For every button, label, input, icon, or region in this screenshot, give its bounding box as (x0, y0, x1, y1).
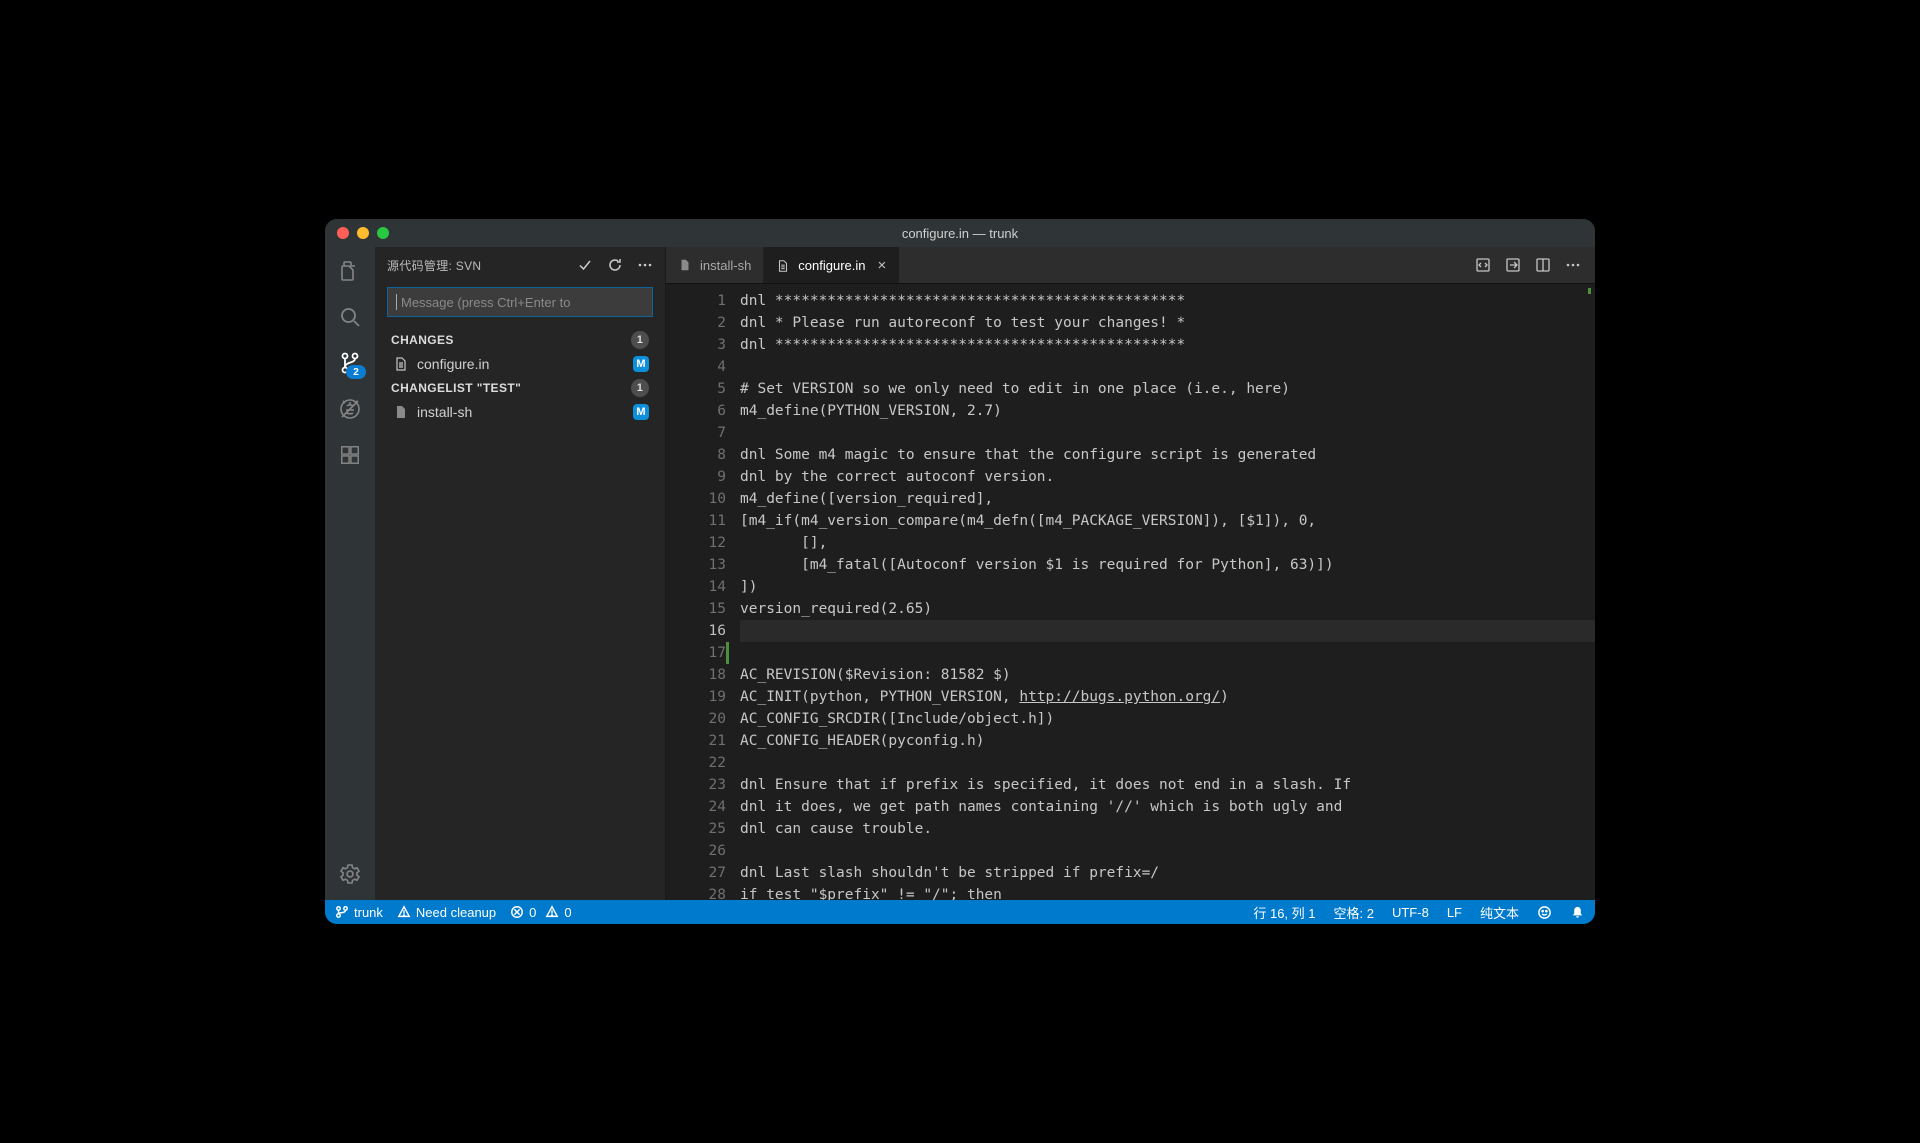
title-bar: configure.in — trunk (325, 219, 1595, 247)
encoding[interactable]: UTF-8 (1392, 905, 1429, 920)
explorer-icon[interactable] (336, 257, 364, 285)
close-window-button[interactable] (337, 227, 349, 239)
editor-group: install-sh configure.in × 12345678910111… (666, 247, 1595, 900)
refresh-icon[interactable] (607, 257, 623, 273)
open-changes-icon[interactable] (1475, 257, 1491, 273)
window-title: configure.in — trunk (902, 226, 1018, 241)
feedback-smiley-icon[interactable] (1537, 905, 1552, 920)
app-window: configure.in — trunk 2 (325, 219, 1595, 924)
debug-disabled-icon[interactable] (336, 395, 364, 423)
code-content[interactable]: dnl ************************************… (740, 284, 1595, 900)
changelist-header[interactable]: CHANGELIST "TEST" 1 (375, 375, 665, 401)
branch-status[interactable]: trunk (335, 905, 383, 920)
main-area: 2 源代码管理: SVN (325, 247, 1595, 900)
minimize-window-button[interactable] (357, 227, 369, 239)
search-icon[interactable] (336, 303, 364, 331)
window-controls (337, 227, 389, 239)
settings-gear-icon[interactable] (336, 860, 364, 888)
split-editor-icon[interactable] (1535, 257, 1551, 273)
file-icon (678, 258, 692, 272)
more-actions-icon[interactable] (637, 257, 653, 273)
eol[interactable]: LF (1447, 905, 1462, 920)
scm-header: 源代码管理: SVN (375, 247, 665, 283)
file-name: install-sh (417, 404, 472, 420)
changelist-count: 1 (631, 379, 649, 397)
modified-badge: M (633, 356, 649, 372)
scm-badge: 2 (346, 365, 366, 379)
commit-icon[interactable] (577, 257, 593, 273)
editor[interactable]: 1234567891011121314151617181920212223242… (666, 284, 1595, 900)
notifications-bell-icon[interactable] (1570, 905, 1585, 920)
file-name: configure.in (417, 356, 489, 372)
changed-file-row[interactable]: configure.in M (375, 353, 665, 375)
open-changes-next-icon[interactable] (1505, 257, 1521, 273)
more-editor-actions-icon[interactable] (1565, 257, 1581, 273)
status-bar: trunk Need cleanup 0 0 行 16, 列 1 空格: 2 U… (325, 900, 1595, 924)
indentation[interactable]: 空格: 2 (1334, 903, 1374, 922)
modified-badge: M (633, 404, 649, 420)
tab-install-sh[interactable]: install-sh (666, 247, 764, 283)
commit-placeholder: Message (press Ctrl+Enter to (401, 295, 570, 310)
file-text-icon (393, 356, 409, 372)
file-icon (393, 404, 409, 420)
scm-actions (577, 257, 653, 273)
file-text-icon (776, 259, 790, 273)
activity-bar: 2 (325, 247, 375, 900)
maximize-window-button[interactable] (377, 227, 389, 239)
extensions-icon[interactable] (336, 441, 364, 469)
cursor-position[interactable]: 行 16, 列 1 (1253, 903, 1315, 922)
close-tab-icon[interactable]: × (878, 257, 887, 274)
source-control-icon[interactable]: 2 (336, 349, 364, 377)
editor-actions (1475, 247, 1595, 283)
changes-header[interactable]: CHANGES 1 (375, 327, 665, 353)
cleanup-status[interactable]: Need cleanup (397, 905, 496, 920)
commit-message-input[interactable]: Message (press Ctrl+Enter to (387, 287, 653, 317)
problems-status[interactable]: 0 0 (510, 905, 571, 920)
changes-count: 1 (631, 331, 649, 349)
line-gutter: 1234567891011121314151617181920212223242… (666, 284, 740, 900)
side-bar: 源代码管理: SVN Message (press Ctrl+Enter to … (375, 247, 666, 900)
tab-configure-in[interactable]: configure.in × (764, 247, 899, 283)
minimap-marker (1588, 288, 1591, 294)
language-mode[interactable]: 纯文本 (1480, 903, 1519, 922)
scm-title: 源代码管理: SVN (387, 257, 571, 274)
tabs-bar: install-sh configure.in × (666, 247, 1595, 284)
changelist-file-row[interactable]: install-sh M (375, 401, 665, 423)
